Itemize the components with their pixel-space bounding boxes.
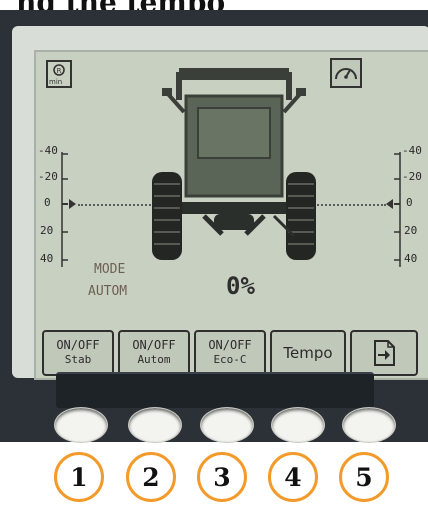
scale-left-label: 40 xyxy=(40,252,54,265)
softkey-line1: ON/OFF xyxy=(132,338,176,352)
control-terminal: R min -40 -20 0 20 40 -40 -20 0 20 40 MO… xyxy=(0,10,428,442)
button-number-3: 3 xyxy=(197,452,247,502)
tractor-rear-view xyxy=(152,68,316,260)
button-number-1: 1 xyxy=(54,452,104,502)
lower-bezel-slot xyxy=(56,372,374,408)
softkey-eco-c[interactable]: ON/OFF Eco-C xyxy=(194,330,266,376)
engine-rpm-icon: R min xyxy=(46,60,72,88)
scale-right-label: 0 xyxy=(406,196,413,209)
hardware-button-5[interactable] xyxy=(342,407,396,443)
button-number-5: 5 xyxy=(339,452,389,502)
scale-right-label: -40 xyxy=(402,144,422,157)
left-tilt-scale: -40 -20 0 20 40 xyxy=(36,142,76,282)
scale-right-label: -20 xyxy=(402,170,422,183)
scale-left-label: 0 xyxy=(44,196,51,209)
softkey-line1: ON/OFF xyxy=(208,338,252,352)
hardware-button-2[interactable] xyxy=(128,407,182,443)
softkey-stab[interactable]: ON/OFF Stab xyxy=(42,330,114,376)
button-number-4: 4 xyxy=(268,452,318,502)
speedometer-icon xyxy=(330,58,362,88)
page-arrow-icon xyxy=(374,340,395,366)
button-number-2: 2 xyxy=(126,452,176,502)
softkey-line2: Autom xyxy=(137,353,171,366)
hardware-button-4[interactable] xyxy=(271,407,325,443)
scale-left-label: 20 xyxy=(40,224,54,237)
svg-text:R: R xyxy=(57,67,62,75)
softkey-line1: ON/OFF xyxy=(56,338,100,352)
scale-right-label: 40 xyxy=(404,252,418,265)
lcd-screen: R min -40 -20 0 20 40 -40 -20 0 20 40 MO… xyxy=(34,50,428,380)
icon-left-text: min xyxy=(49,78,63,86)
percent-readout: 0% xyxy=(226,272,255,300)
mode-value: AUTOM xyxy=(88,284,128,299)
softkey-line1: Tempo xyxy=(283,344,333,362)
scale-right-label: 20 xyxy=(404,224,418,237)
scale-left-label: -20 xyxy=(38,170,58,183)
softkey-line2: Eco-C xyxy=(213,353,247,366)
softkey-tempo[interactable]: Tempo xyxy=(270,330,346,376)
right-tilt-scale: -40 -20 0 20 40 xyxy=(386,142,428,282)
scale-left-label: -40 xyxy=(38,144,58,157)
softkey-line2: Stab xyxy=(64,353,92,366)
softkey-next-page[interactable] xyxy=(350,330,418,376)
mode-label: MODE xyxy=(94,262,126,277)
hardware-button-3[interactable] xyxy=(200,407,254,443)
softkey-autom[interactable]: ON/OFF Autom xyxy=(118,330,190,376)
hardware-button-1[interactable] xyxy=(54,407,108,443)
screen-bezel: R min -40 -20 0 20 40 -40 -20 0 20 40 MO… xyxy=(12,26,428,380)
